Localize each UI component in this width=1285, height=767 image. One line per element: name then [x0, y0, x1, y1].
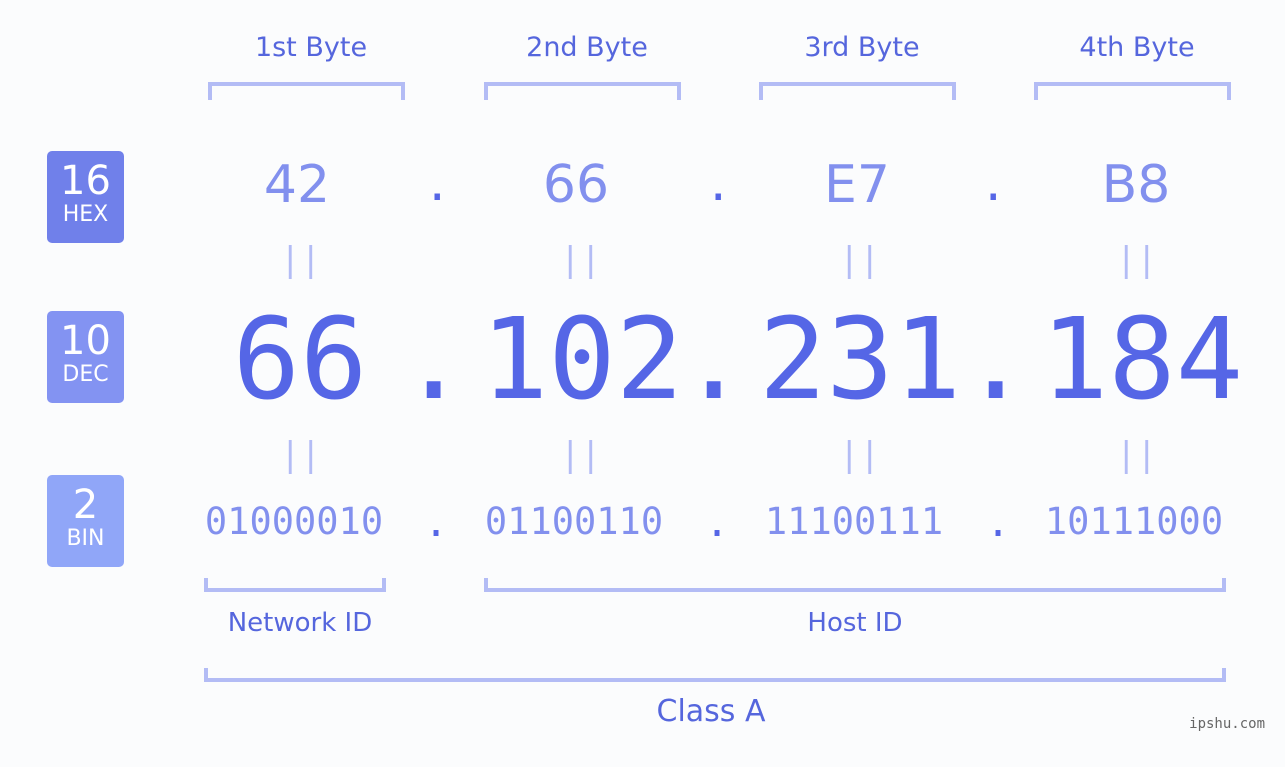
bin-byte-4: 10111000: [1044, 500, 1224, 543]
equals-sign: ||: [280, 240, 321, 280]
dec-base-label: DEC: [62, 362, 109, 387]
bin-badge: 2 BIN: [47, 475, 124, 567]
host-id-label: Host ID: [807, 608, 903, 638]
bin-byte-2: 01100110: [484, 500, 664, 543]
byte-bracket-2: [484, 82, 681, 100]
byte-bracket-1: [208, 82, 405, 100]
dec-byte-4: 184: [1040, 295, 1244, 425]
bin-separator-1: .: [424, 500, 449, 546]
class-label: Class A: [656, 694, 766, 729]
equals-sign: ||: [1116, 240, 1157, 280]
byte-header-3: 3rd Byte: [804, 32, 920, 63]
dec-separator-2: .: [680, 295, 748, 425]
class-bracket: [204, 668, 1226, 682]
equals-sign: ||: [560, 435, 601, 475]
bin-base-number: 2: [72, 482, 99, 528]
hex-separator-3: .: [980, 160, 1007, 211]
hex-byte-3: E7: [824, 155, 890, 215]
dec-byte-2: 102: [480, 295, 684, 425]
network-id-bracket: [204, 578, 386, 592]
hex-badge: 16 HEX: [47, 151, 124, 243]
hex-byte-2: 66: [542, 155, 610, 215]
bin-byte-1: 01000010: [204, 500, 384, 543]
equals-sign: ||: [839, 435, 880, 475]
byte-header-1: 1st Byte: [254, 32, 368, 63]
hex-base-number: 16: [60, 158, 111, 204]
watermark: ipshu.com: [1189, 716, 1265, 732]
hex-base-label: HEX: [62, 202, 109, 227]
byte-header-4: 4th Byte: [1079, 32, 1195, 63]
equals-sign: ||: [560, 240, 601, 280]
dec-badge: 10 DEC: [47, 311, 124, 403]
dec-byte-1: 66: [232, 295, 368, 425]
dec-separator-1: .: [400, 295, 468, 425]
byte-bracket-3: [759, 82, 956, 100]
dec-byte-3: 231: [758, 295, 962, 425]
equals-sign: ||: [839, 240, 880, 280]
bin-separator-3: .: [986, 500, 1011, 546]
hex-byte-1: 42: [263, 155, 331, 215]
hex-separator-1: .: [424, 160, 451, 211]
network-id-label: Network ID: [227, 608, 373, 638]
byte-header-2: 2nd Byte: [526, 32, 648, 63]
bin-byte-3: 11100111: [764, 500, 944, 543]
equals-sign: ||: [280, 435, 321, 475]
host-id-bracket: [484, 578, 1226, 592]
hex-separator-2: .: [705, 160, 732, 211]
bin-base-label: BIN: [66, 526, 105, 551]
hex-byte-4: B8: [1101, 155, 1171, 215]
bin-separator-2: .: [705, 500, 730, 546]
equals-sign: ||: [1116, 435, 1157, 475]
dec-separator-3: .: [962, 295, 1030, 425]
dec-base-number: 10: [60, 318, 111, 364]
byte-bracket-4: [1034, 82, 1231, 100]
